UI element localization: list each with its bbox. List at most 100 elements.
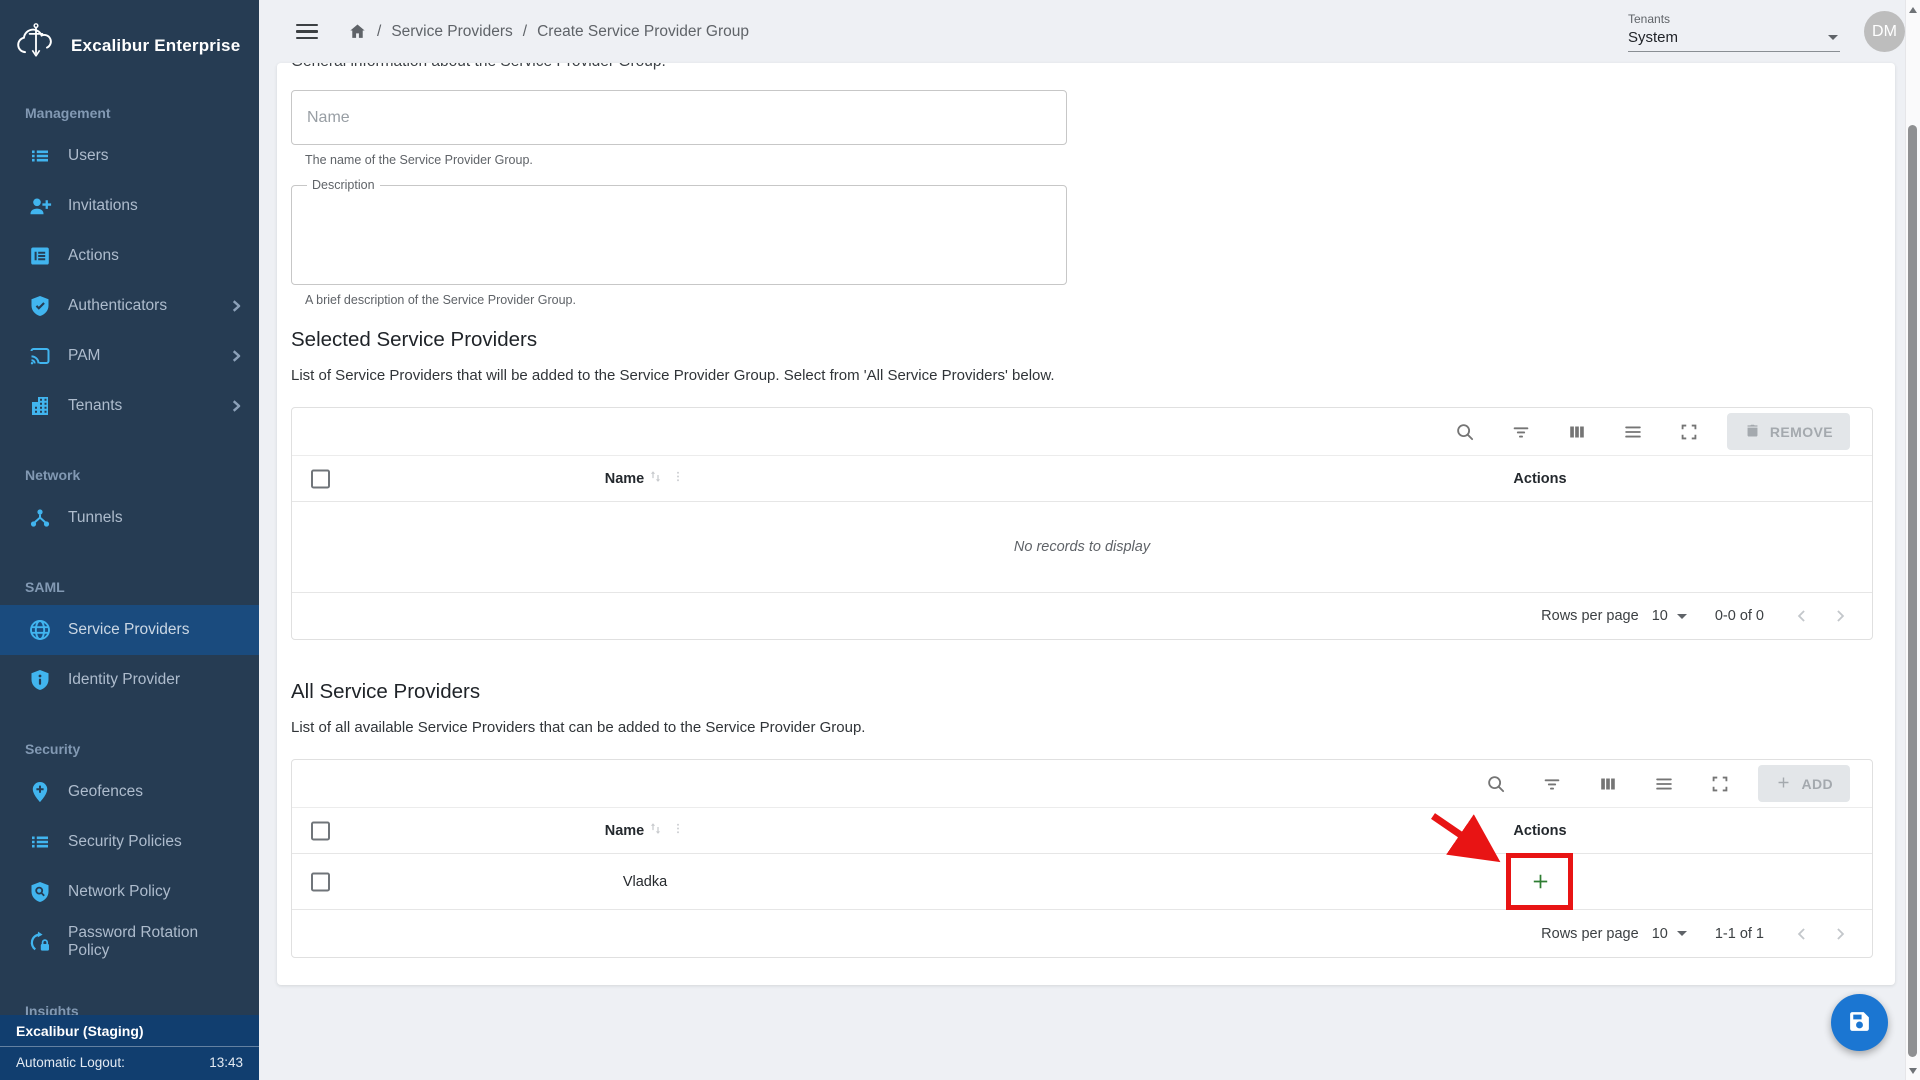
description-helper-text: A brief description of the Service Provi… bbox=[305, 293, 1873, 307]
section-label-saml: SAML bbox=[25, 579, 259, 595]
sidebar-item-label: PAM bbox=[68, 347, 100, 365]
columns-icon[interactable] bbox=[1549, 412, 1605, 452]
table-header-row: Name Actions bbox=[292, 807, 1872, 854]
sidebar-item-label: Authenticators bbox=[68, 297, 167, 315]
search-icon[interactable] bbox=[1437, 412, 1493, 452]
sidebar-item-label: Invitations bbox=[68, 197, 138, 215]
column-header-name: Name bbox=[605, 471, 645, 487]
home-icon[interactable] bbox=[348, 22, 367, 41]
previous-page-button[interactable] bbox=[1792, 924, 1812, 944]
environment-name: Excalibur (Staging) bbox=[0, 1015, 259, 1047]
description-textarea[interactable] bbox=[300, 194, 1058, 272]
fullscreen-icon[interactable] bbox=[1692, 764, 1748, 804]
section-label-management: Management bbox=[25, 105, 259, 121]
breadcrumb-item-current: Create Service Provider Group bbox=[537, 23, 749, 41]
add-button[interactable]: ADD bbox=[1758, 765, 1850, 802]
sidebar-item-security-policies[interactable]: Security Policies bbox=[0, 817, 259, 867]
all-providers-table: ADD Name Actions Vladka Rows per page 10 bbox=[291, 759, 1873, 958]
plus-icon bbox=[1775, 774, 1792, 794]
sidebar-item-pam[interactable]: PAM bbox=[0, 331, 259, 381]
sidebar-item-tunnels[interactable]: Tunnels bbox=[0, 493, 259, 543]
density-icon[interactable] bbox=[1605, 412, 1661, 452]
save-fab-button[interactable] bbox=[1831, 994, 1888, 1051]
name-helper-text: The name of the Service Provider Group. bbox=[305, 153, 1873, 167]
name-input[interactable] bbox=[291, 90, 1067, 145]
column-header-actions: Actions bbox=[1480, 808, 1600, 853]
auto-logout-label: Automatic Logout: bbox=[16, 1055, 125, 1070]
tenant-select[interactable]: System bbox=[1628, 26, 1840, 52]
chevron-right-icon bbox=[232, 350, 241, 362]
sidebar-item-password-rotation-policy[interactable]: Password Rotation Policy bbox=[0, 917, 259, 967]
excalibur-logo-icon bbox=[14, 22, 58, 69]
rotate-lock-icon bbox=[28, 930, 52, 954]
breadcrumb-separator: / bbox=[377, 23, 381, 41]
sort-icon[interactable] bbox=[648, 821, 663, 841]
next-page-button[interactable] bbox=[1830, 606, 1850, 626]
sidebar-item-users[interactable]: Users bbox=[0, 131, 259, 181]
cell-name: Vladka bbox=[560, 854, 730, 909]
avatar[interactable]: DM bbox=[1864, 11, 1905, 52]
columns-icon[interactable] bbox=[1580, 764, 1636, 804]
table-pagination: Rows per page 10 0-0 of 0 bbox=[292, 592, 1872, 639]
all-providers-subtitle: List of all available Service Providers … bbox=[291, 719, 1873, 736]
remove-button[interactable]: REMOVE bbox=[1727, 413, 1850, 450]
column-menu-icon[interactable] bbox=[671, 821, 685, 841]
sidebar-item-tenants[interactable]: Tenants bbox=[0, 381, 259, 431]
density-icon[interactable] bbox=[1636, 764, 1692, 804]
filter-icon[interactable] bbox=[1493, 412, 1549, 452]
select-all-checkbox[interactable] bbox=[311, 821, 330, 840]
sidebar-item-invitations[interactable]: Invitations bbox=[0, 181, 259, 231]
trash-icon bbox=[1744, 422, 1761, 442]
empty-state-text: No records to display bbox=[292, 502, 1872, 592]
scroll-down-arrow[interactable] bbox=[1906, 1068, 1920, 1074]
sidebar-item-network-policy[interactable]: Network Policy bbox=[0, 867, 259, 917]
description-field: Description bbox=[291, 178, 1067, 285]
sidebar-item-label: Geofences bbox=[68, 783, 143, 801]
list-icon bbox=[28, 830, 52, 854]
section-label-network: Network bbox=[25, 467, 259, 483]
sidebar-item-label: Actions bbox=[68, 247, 119, 265]
form-intro-text: General information about the Service Pr… bbox=[291, 63, 1873, 71]
sidebar-item-geofences[interactable]: Geofences bbox=[0, 767, 259, 817]
rows-per-page-select[interactable]: 10 bbox=[1652, 608, 1687, 624]
sidebar-footer: Excalibur (Staging) Automatic Logout: 13… bbox=[0, 1015, 259, 1080]
row-checkbox[interactable] bbox=[311, 872, 330, 891]
section-label-security: Security bbox=[25, 741, 259, 757]
map-pin-plus-icon bbox=[28, 780, 52, 804]
sort-icon[interactable] bbox=[648, 469, 663, 489]
fullscreen-icon[interactable] bbox=[1661, 412, 1717, 452]
selected-providers-table: REMOVE Name Actions No records to displa… bbox=[291, 407, 1873, 640]
sidebar-item-authenticators[interactable]: Authenticators bbox=[0, 281, 259, 331]
menu-toggle-button[interactable] bbox=[296, 24, 318, 40]
sidebar-item-label: Service Providers bbox=[68, 621, 189, 639]
pagination-range: 1-1 of 1 bbox=[1715, 926, 1764, 942]
rows-per-page-label: Rows per page bbox=[1541, 608, 1639, 624]
tenant-selected-value: System bbox=[1628, 29, 1678, 46]
shield-check-icon bbox=[28, 294, 52, 318]
sidebar-item-actions[interactable]: Actions bbox=[0, 231, 259, 281]
sidebar-item-label: Identity Provider bbox=[68, 671, 180, 689]
rows-per-page-select[interactable]: 10 bbox=[1652, 926, 1687, 942]
scroll-up-arrow[interactable] bbox=[1906, 7, 1920, 13]
tenant-select-block: Tenants System bbox=[1628, 12, 1840, 52]
add-row-button[interactable] bbox=[1529, 870, 1552, 893]
next-page-button[interactable] bbox=[1830, 924, 1850, 944]
topbar: / Service Providers / Create Service Pro… bbox=[259, 0, 1905, 63]
column-menu-icon[interactable] bbox=[671, 469, 685, 489]
screen-cast-icon bbox=[28, 344, 52, 368]
previous-page-button[interactable] bbox=[1792, 606, 1812, 626]
sidebar-item-label: Security Policies bbox=[68, 833, 182, 851]
list-icon bbox=[28, 144, 52, 168]
breadcrumb-item-service-providers[interactable]: Service Providers bbox=[391, 23, 512, 41]
select-all-checkbox[interactable] bbox=[311, 469, 330, 488]
sidebar-item-identity-provider[interactable]: Identity Provider bbox=[0, 655, 259, 705]
table-toolbar: REMOVE bbox=[292, 408, 1872, 455]
sidebar-item-service-providers[interactable]: Service Providers bbox=[0, 605, 259, 655]
chevron-right-icon bbox=[232, 400, 241, 412]
filter-icon[interactable] bbox=[1524, 764, 1580, 804]
chevron-down-icon bbox=[1677, 614, 1687, 619]
search-icon[interactable] bbox=[1468, 764, 1524, 804]
globe-icon bbox=[28, 618, 52, 642]
shield-search-icon bbox=[28, 880, 52, 904]
scrollbar-thumb[interactable] bbox=[1908, 125, 1917, 1057]
